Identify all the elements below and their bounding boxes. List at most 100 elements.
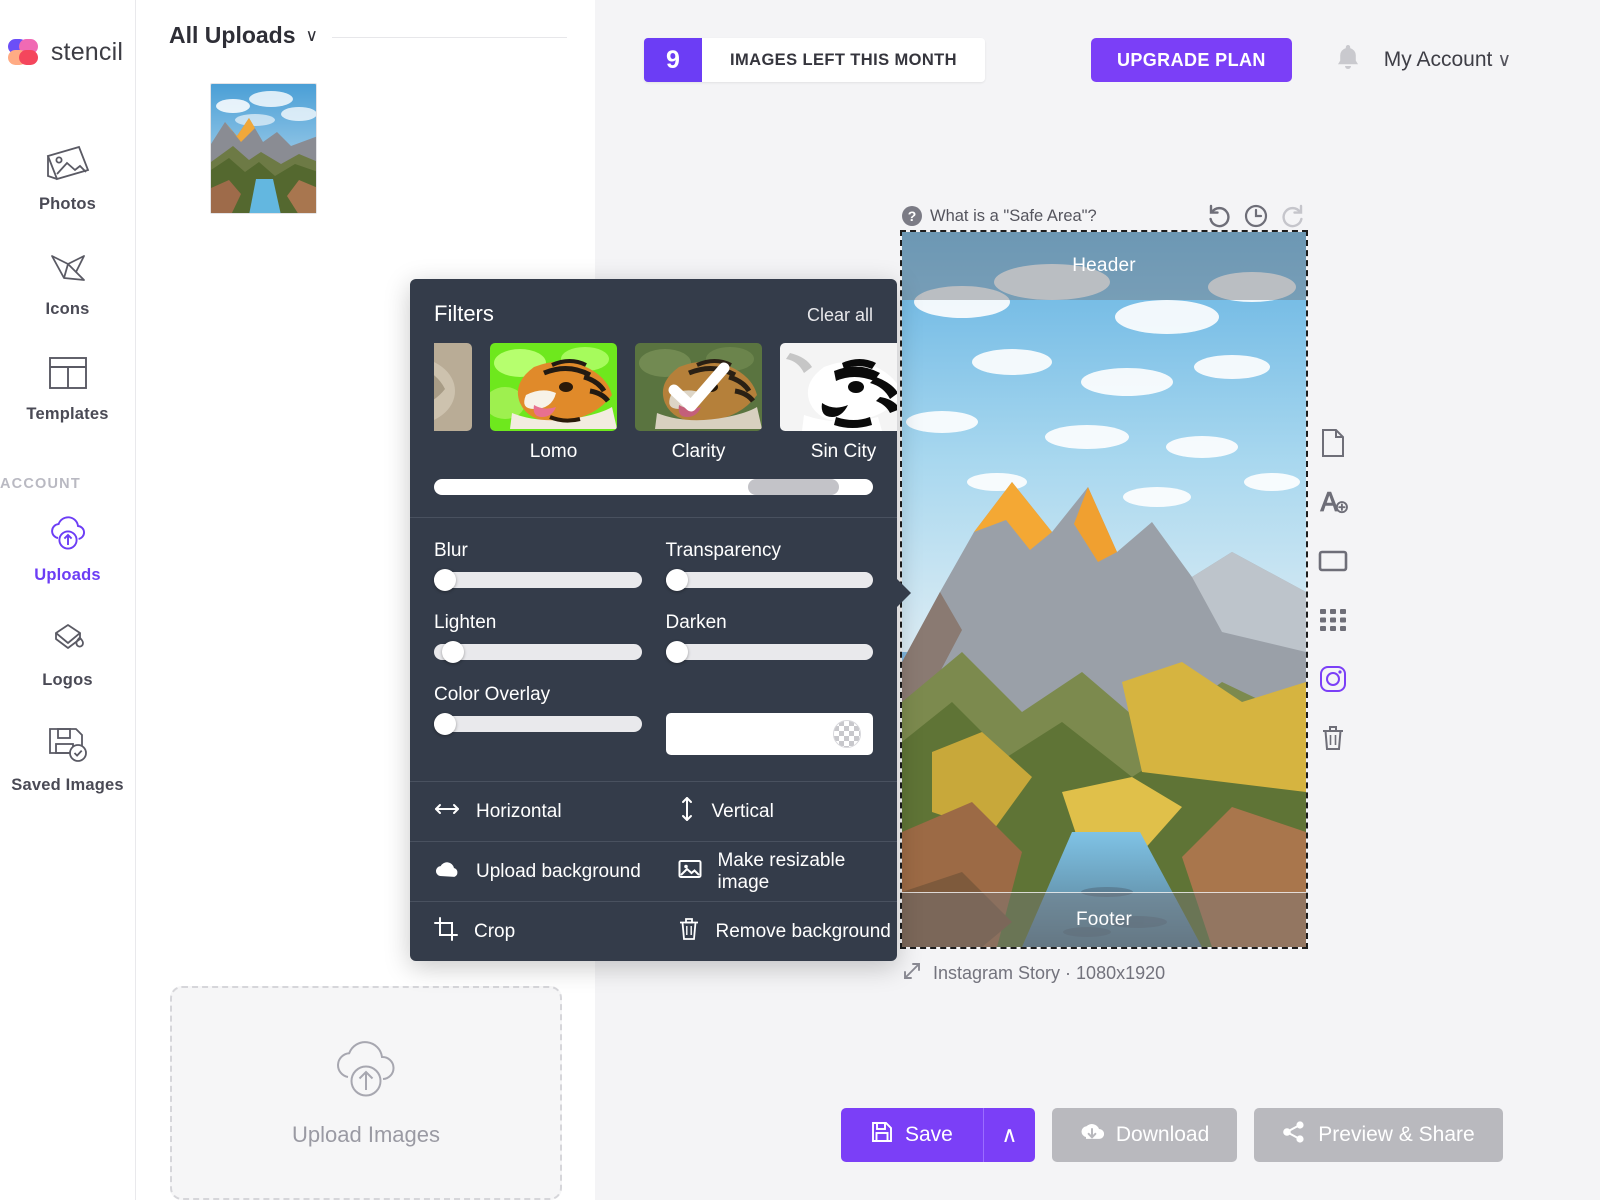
filter-thumbnail[interactable] <box>434 343 472 431</box>
chevron-down-icon[interactable]: ∨ <box>306 27 318 44</box>
make-resizable-image-action[interactable]: Make resizable image <box>654 842 898 901</box>
dropzone-label: Upload Images <box>292 1121 440 1147</box>
slider-track[interactable] <box>665 641 873 663</box>
flip-horizontal-action[interactable]: Horizontal <box>410 782 654 841</box>
make-resizable-image-label: Make resizable image <box>717 849 846 893</box>
sidebar-item-saved-images[interactable]: Saved Images <box>0 708 135 813</box>
instagram-icon[interactable] <box>1318 664 1348 694</box>
sidebar-item-label: Saved Images <box>11 776 124 794</box>
scrollbar-thumb[interactable] <box>748 479 839 495</box>
safe-area-header-band: Header <box>902 232 1306 300</box>
filter-item[interactable]: Lomo <box>490 343 617 463</box>
cloud-upload-icon <box>44 512 92 556</box>
adjustment-sliders: Blur Transparency Lighten Darken Color O… <box>410 517 897 781</box>
filter-thumbnail[interactable] <box>490 343 617 431</box>
safe-area-footer-band: Footer <box>902 892 1306 947</box>
slider-track[interactable] <box>434 713 642 735</box>
slider-track[interactable] <box>434 569 642 591</box>
zion-canyon-canvas-image <box>902 232 1306 947</box>
filter-thumbnail[interactable] <box>635 343 762 431</box>
crop-action[interactable]: Crop <box>410 902 654 961</box>
canvas-toolbar: ? What is a "Safe Area"? <box>902 200 1306 232</box>
download-cloud-icon <box>1080 1121 1104 1149</box>
filter-label: Sin City <box>810 441 877 462</box>
image-icon <box>678 859 702 885</box>
remove-background-action[interactable]: Remove background <box>654 902 898 961</box>
upload-thumbnail[interactable] <box>210 83 317 214</box>
slider-knob[interactable] <box>665 569 688 591</box>
slider-knob[interactable] <box>442 641 464 663</box>
save-button[interactable]: Save <box>841 1108 983 1162</box>
sidebar-item-uploads[interactable]: Uploads <box>0 498 135 603</box>
save-options-button[interactable]: ∧ <box>982 1108 1035 1162</box>
uploads-header: All Uploads ∨ <box>136 0 595 49</box>
slider-lighten: Lighten <box>434 612 642 663</box>
filter-thumbnail-strip[interactable]: Lomo Clarity Sin City <box>410 327 897 463</box>
filter-label: Clarity <box>671 441 726 462</box>
quota-label: IMAGES LEFT THIS MONTH <box>702 38 985 82</box>
filter-strip-scrollbar[interactable] <box>434 479 873 495</box>
notifications-bell-icon[interactable] <box>1334 42 1362 79</box>
flip-vertical-icon <box>678 796 696 828</box>
flip-vertical-action[interactable]: Vertical <box>654 782 898 841</box>
filter-label: Lomo <box>529 441 578 462</box>
canvas-size-control[interactable]: Instagram Story · 1080x1920 <box>902 961 1306 986</box>
resize-icon <box>902 961 922 986</box>
history-icon[interactable] <box>1243 203 1269 229</box>
flip-vertical-label: Vertical <box>711 800 774 822</box>
history-controls <box>1206 203 1306 229</box>
filter-selected-check-icon <box>635 343 762 431</box>
filter-item[interactable]: Sin City <box>780 343 897 463</box>
slider-knob[interactable] <box>434 713 456 735</box>
upload-dropzone[interactable]: Upload Images <box>170 986 562 1200</box>
download-button[interactable]: Download <box>1051 1108 1238 1162</box>
filter-thumbnail[interactable] <box>780 343 897 431</box>
upgrade-plan-button[interactable]: UPGRADE PLAN <box>1090 38 1292 82</box>
sidebar-item-logos[interactable]: Logos <box>0 603 135 708</box>
slider-darken: Darken <box>665 612 873 663</box>
add-text-icon[interactable] <box>1318 487 1348 517</box>
flip-horizontal-icon <box>434 800 460 824</box>
slider-track[interactable] <box>665 569 873 591</box>
sidebar-item-label: Icons <box>45 300 90 318</box>
quota-badge: 9 IMAGES LEFT THIS MONTH <box>644 38 985 82</box>
stencil-logo-icon <box>7 38 42 67</box>
slider-label: Blur <box>434 540 468 561</box>
duplicate-page-icon[interactable] <box>1318 428 1348 458</box>
share-icon <box>1282 1121 1306 1149</box>
help-icon[interactable]: ? <box>902 206 922 226</box>
upload-background-action[interactable]: Upload background <box>410 842 654 901</box>
photos-icon <box>44 141 92 185</box>
sidebar-item-icons[interactable]: Icons <box>0 232 135 337</box>
sidebar-item-photos[interactable]: Photos <box>0 127 135 232</box>
sidebar-item-label: Logos <box>42 671 93 689</box>
remove-background-label: Remove background <box>715 920 891 942</box>
right-toolbar <box>1318 428 1348 753</box>
safe-area-header-label: Header <box>1072 255 1136 276</box>
filter-item[interactable] <box>434 343 472 463</box>
filter-action-row: Upload background Make resizable image <box>410 841 897 901</box>
sidebar-item-templates[interactable]: Templates <box>0 337 135 442</box>
redo-icon[interactable] <box>1280 203 1306 229</box>
grid-icon[interactable] <box>1318 605 1348 635</box>
my-account-menu[interactable]: My Account ∨ <box>1384 48 1511 72</box>
undo-icon[interactable] <box>1206 203 1232 229</box>
color-swatch-button[interactable] <box>665 713 873 755</box>
chevron-up-icon: ∧ <box>1001 1122 1018 1147</box>
flip-horizontal-label: Horizontal <box>476 800 562 822</box>
download-label: Download <box>1115 1123 1210 1146</box>
filter-item[interactable]: Clarity <box>635 343 762 463</box>
brand-logo[interactable]: stencil <box>7 38 123 67</box>
preview-share-label: Preview & Share <box>1318 1123 1475 1146</box>
preview-share-button[interactable]: Preview & Share <box>1254 1108 1503 1162</box>
filters-title: Filters <box>434 301 494 326</box>
slider-track[interactable] <box>434 641 642 663</box>
safe-area-help-link[interactable]: What is a "Safe Area"? <box>930 207 1097 226</box>
clear-all-button[interactable]: Clear all <box>807 305 873 326</box>
slider-knob[interactable] <box>665 641 688 663</box>
delete-icon[interactable] <box>1318 723 1348 753</box>
add-shape-icon[interactable] <box>1318 546 1348 576</box>
design-canvas[interactable]: Header Footer <box>900 230 1308 949</box>
slider-blur: Blur <box>434 540 642 591</box>
slider-knob[interactable] <box>434 569 456 591</box>
